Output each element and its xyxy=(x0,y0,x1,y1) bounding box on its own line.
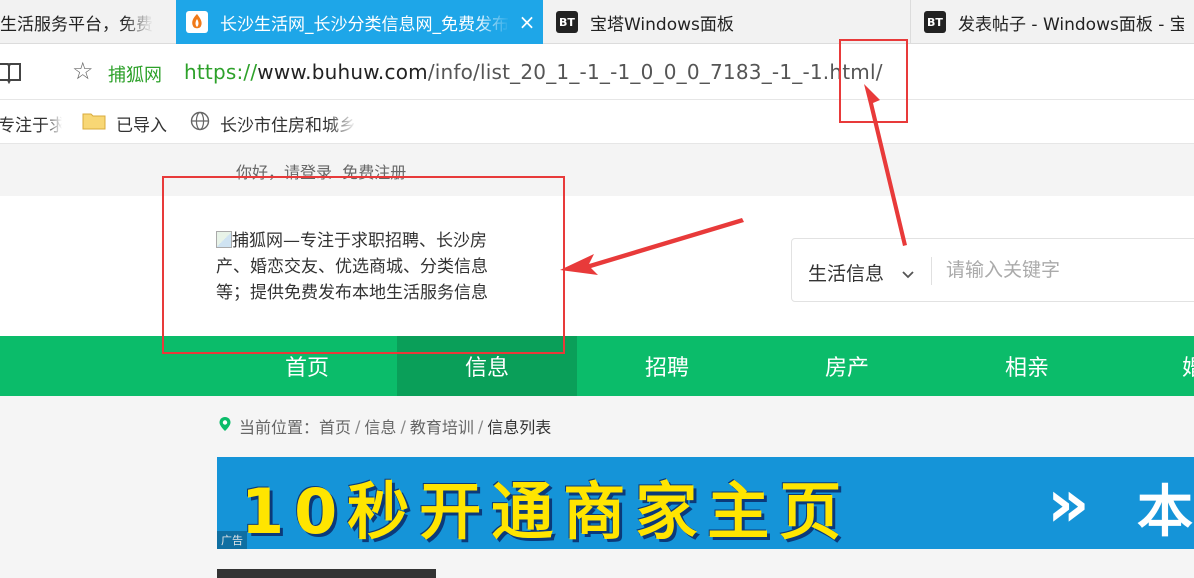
annotation-arrows xyxy=(560,84,907,275)
